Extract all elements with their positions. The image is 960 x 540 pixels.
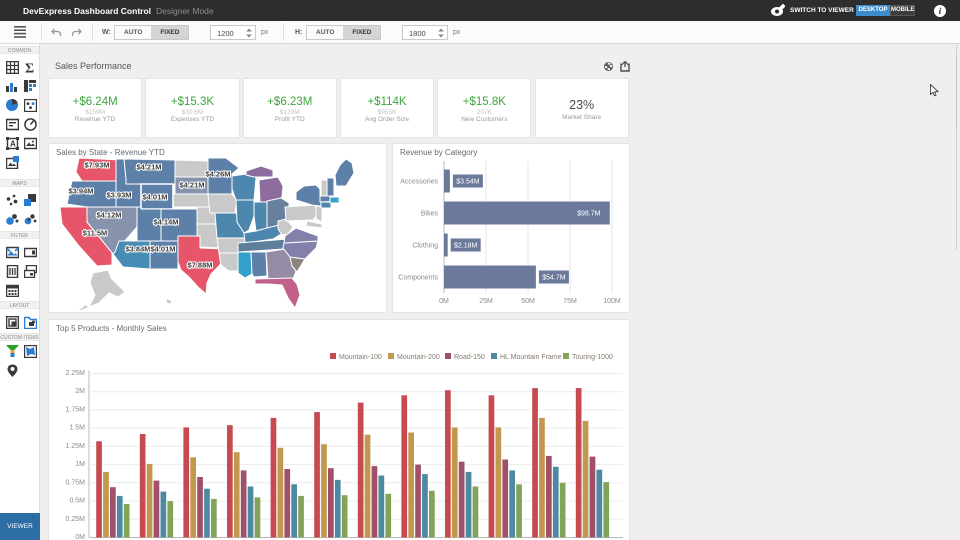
svg-text:75M: 75M bbox=[563, 298, 577, 305]
svg-text:$4.21M: $4.21M bbox=[179, 181, 204, 190]
svg-text:A: A bbox=[10, 140, 16, 149]
svg-text:1.75M: 1.75M bbox=[66, 406, 86, 413]
svg-text:$3.93M: $3.93M bbox=[106, 191, 131, 200]
svg-text:$4.14M: $4.14M bbox=[153, 218, 178, 227]
svg-text:HL Mountain Frame: HL Mountain Frame bbox=[500, 354, 562, 361]
svg-text:25M: 25M bbox=[479, 298, 493, 305]
svg-text:$7.93M: $7.93M bbox=[84, 161, 109, 170]
svg-text:$4.01M: $4.01M bbox=[142, 193, 167, 202]
svg-text:$98.7M: $98.7M bbox=[577, 211, 601, 218]
svg-text:$4.26M: $4.26M bbox=[205, 170, 230, 179]
svg-text:0.5M: 0.5M bbox=[69, 498, 85, 505]
svg-text:0.75M: 0.75M bbox=[66, 479, 86, 486]
svg-text:2M: 2M bbox=[75, 388, 85, 395]
svg-text:1.25M: 1.25M bbox=[66, 443, 86, 450]
svg-text:100M: 100M bbox=[603, 298, 621, 305]
svg-text:$54.7M: $54.7M bbox=[542, 275, 566, 282]
svg-text:$3.54M: $3.54M bbox=[456, 179, 480, 186]
svg-text:$2.18M: $2.18M bbox=[454, 243, 478, 250]
svg-text:0.25M: 0.25M bbox=[66, 516, 86, 523]
svg-text:Road-150: Road-150 bbox=[454, 354, 485, 361]
svg-text:Mountain-200: Mountain-200 bbox=[397, 354, 440, 361]
svg-text:Components: Components bbox=[398, 275, 438, 282]
svg-text:0M: 0M bbox=[75, 534, 85, 539]
svg-text:$3.84M: $3.84M bbox=[125, 245, 150, 254]
svg-text:0M: 0M bbox=[439, 298, 449, 305]
svg-text:1.5M: 1.5M bbox=[69, 425, 85, 432]
svg-text:$11.5M: $11.5M bbox=[83, 229, 108, 238]
svg-text:Accessories: Accessories bbox=[400, 179, 438, 186]
svg-text:Bikes: Bikes bbox=[421, 211, 439, 218]
svg-text:$4.21M: $4.21M bbox=[136, 163, 161, 172]
svg-text:$4.01M: $4.01M bbox=[150, 245, 175, 254]
svg-text:$3.94M: $3.94M bbox=[68, 187, 93, 196]
svg-text:$4.12M: $4.12M bbox=[96, 211, 121, 220]
svg-text:Σ: Σ bbox=[25, 62, 34, 75]
svg-text:2.25M: 2.25M bbox=[66, 370, 86, 377]
svg-text:Clothing: Clothing bbox=[412, 243, 438, 250]
svg-text:$7.88M: $7.88M bbox=[187, 261, 212, 270]
svg-text:1M: 1M bbox=[75, 461, 85, 468]
svg-text:50M: 50M bbox=[521, 298, 535, 305]
svg-text:Touring-1000: Touring-1000 bbox=[572, 354, 613, 361]
svg-text:Mountain-100: Mountain-100 bbox=[339, 354, 382, 361]
